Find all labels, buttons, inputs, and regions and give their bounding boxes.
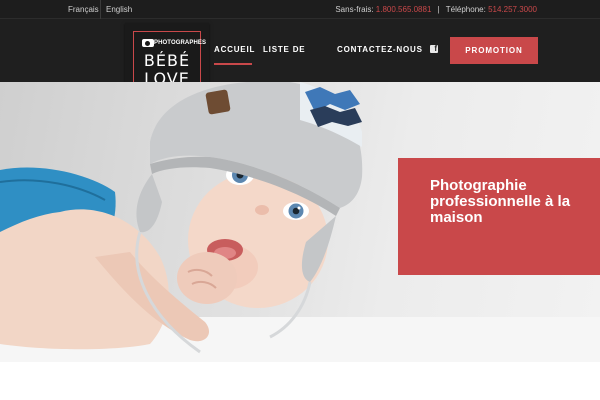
tollfree-number-link[interactable]: 1.800.565.0881 [376, 5, 432, 14]
language-english-link[interactable]: English [106, 0, 132, 19]
phone-number-link[interactable]: 514.257.3000 [488, 5, 537, 14]
promotion-button[interactable]: PROMOTION [450, 37, 538, 64]
hero-text-panel: Photographie professionnelle à la maison [398, 158, 600, 275]
nav-item-contactez-nous[interactable]: CONTACTEZ-NOUS [337, 44, 423, 56]
nav-active-indicator [214, 63, 252, 65]
nav-item-liste-de[interactable]: LISTE DE [263, 44, 305, 56]
logo-word-bebe: BÉBÉ [143, 51, 191, 70]
contact-separator: | [437, 5, 440, 14]
facebook-icon[interactable]: f [430, 45, 438, 53]
hero-title: Photographie professionnelle à la maison [430, 177, 571, 226]
camera-icon [142, 39, 154, 47]
top-bar: Français English Sans-frais: 1.800.565.0… [0, 0, 600, 19]
contact-info: Sans-frais: 1.800.565.0881 | Téléphone: … [335, 0, 537, 19]
nav-item-accueil[interactable]: ACCUEIL [214, 44, 255, 56]
hero-banner: Photographie professionnelle à la maison [0, 82, 600, 362]
language-divider [100, 0, 101, 19]
phone-label: Téléphone: [445, 5, 486, 14]
language-french-link[interactable]: Français [68, 0, 99, 19]
tollfree-label: Sans-frais: [335, 5, 374, 14]
logo-tagline: PHOTOGRAPHES [154, 40, 207, 46]
